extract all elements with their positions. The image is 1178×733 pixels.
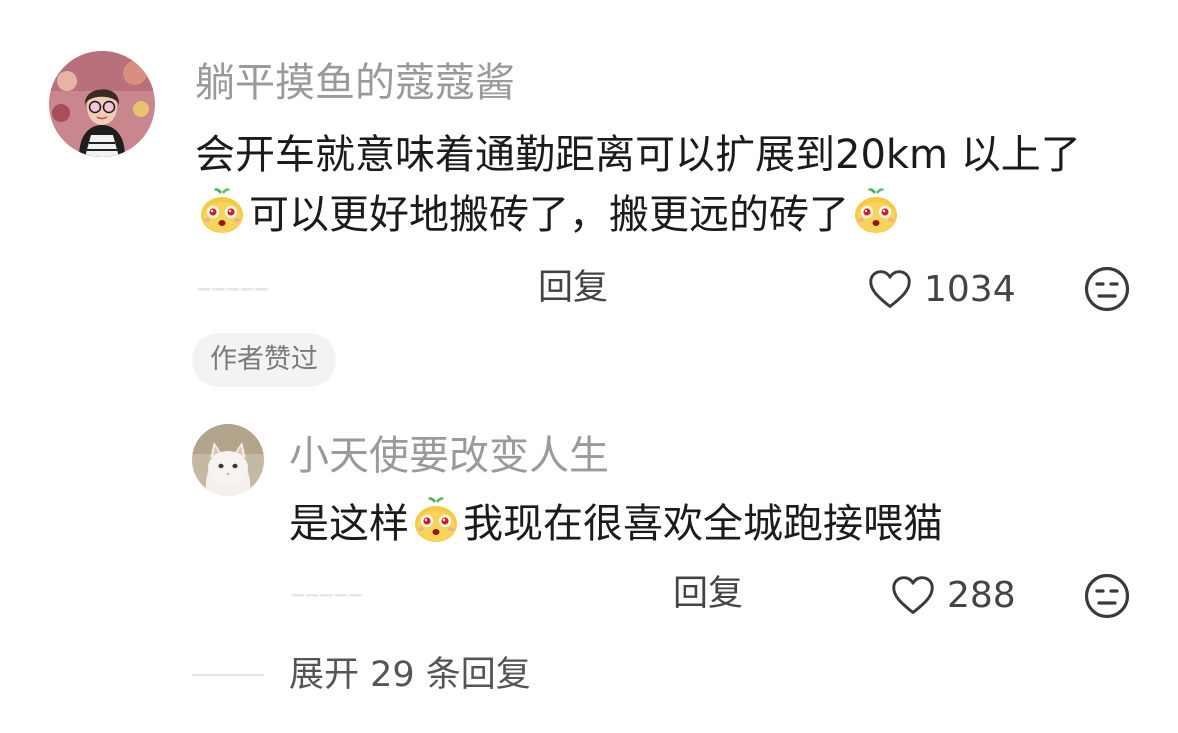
meh-face-icon	[1083, 572, 1131, 620]
reply-text-after: 我现在很喜欢全城跑接喂猫	[463, 501, 943, 547]
comment-dislike-button[interactable]	[1083, 265, 1131, 313]
comment-text-line-2: 可以更好地搬砖了，搬更远的砖了	[195, 186, 903, 243]
reply-like-button[interactable]: 288	[889, 574, 1016, 618]
author-liked-badge: 作者赞过	[192, 333, 336, 387]
heart-outline-icon	[889, 574, 937, 618]
comment-like-count: 1034	[924, 269, 1016, 310]
reply-text: 是这样 我现在很喜欢全城跑接喂猫	[289, 495, 943, 552]
comment-text-line-1: 会开车就意味着通勤距离可以扩展到20km 以上了	[195, 132, 1081, 178]
avatar-photo	[49, 51, 155, 157]
reply-like-count: 288	[947, 575, 1016, 616]
pear-face-emoji	[197, 186, 247, 236]
pear-face-emoji	[411, 495, 461, 545]
meh-face-icon	[1083, 265, 1131, 313]
commenter-avatar[interactable]	[49, 51, 155, 157]
commenter-username[interactable]: 躺平摸鱼的蔻蔻酱	[195, 59, 515, 107]
replier-username[interactable]: 小天使要改变人生	[289, 432, 609, 480]
comment-like-button[interactable]: 1034	[866, 268, 1016, 312]
cat-avatar-photo	[192, 424, 264, 496]
reply-dislike-button[interactable]	[1083, 572, 1131, 620]
pear-face-emoji	[851, 186, 901, 236]
reply-reply-button[interactable]: 回复	[673, 574, 743, 614]
replier-avatar[interactable]	[192, 424, 264, 496]
heart-outline-icon	[866, 268, 914, 312]
faint-timestamp: ▔▔▔▔▔	[292, 594, 364, 613]
reply-text-before: 是这样	[289, 501, 409, 547]
expand-replies-button[interactable]: 展开 29 条回复	[289, 655, 531, 695]
expand-divider	[192, 674, 264, 676]
comment-text-line-2-body: 可以更好地搬砖了，搬更远的砖了	[249, 192, 849, 238]
faint-timestamp: ▔▔▔▔▔	[198, 288, 270, 307]
comment-reply-button[interactable]: 回复	[538, 268, 608, 308]
